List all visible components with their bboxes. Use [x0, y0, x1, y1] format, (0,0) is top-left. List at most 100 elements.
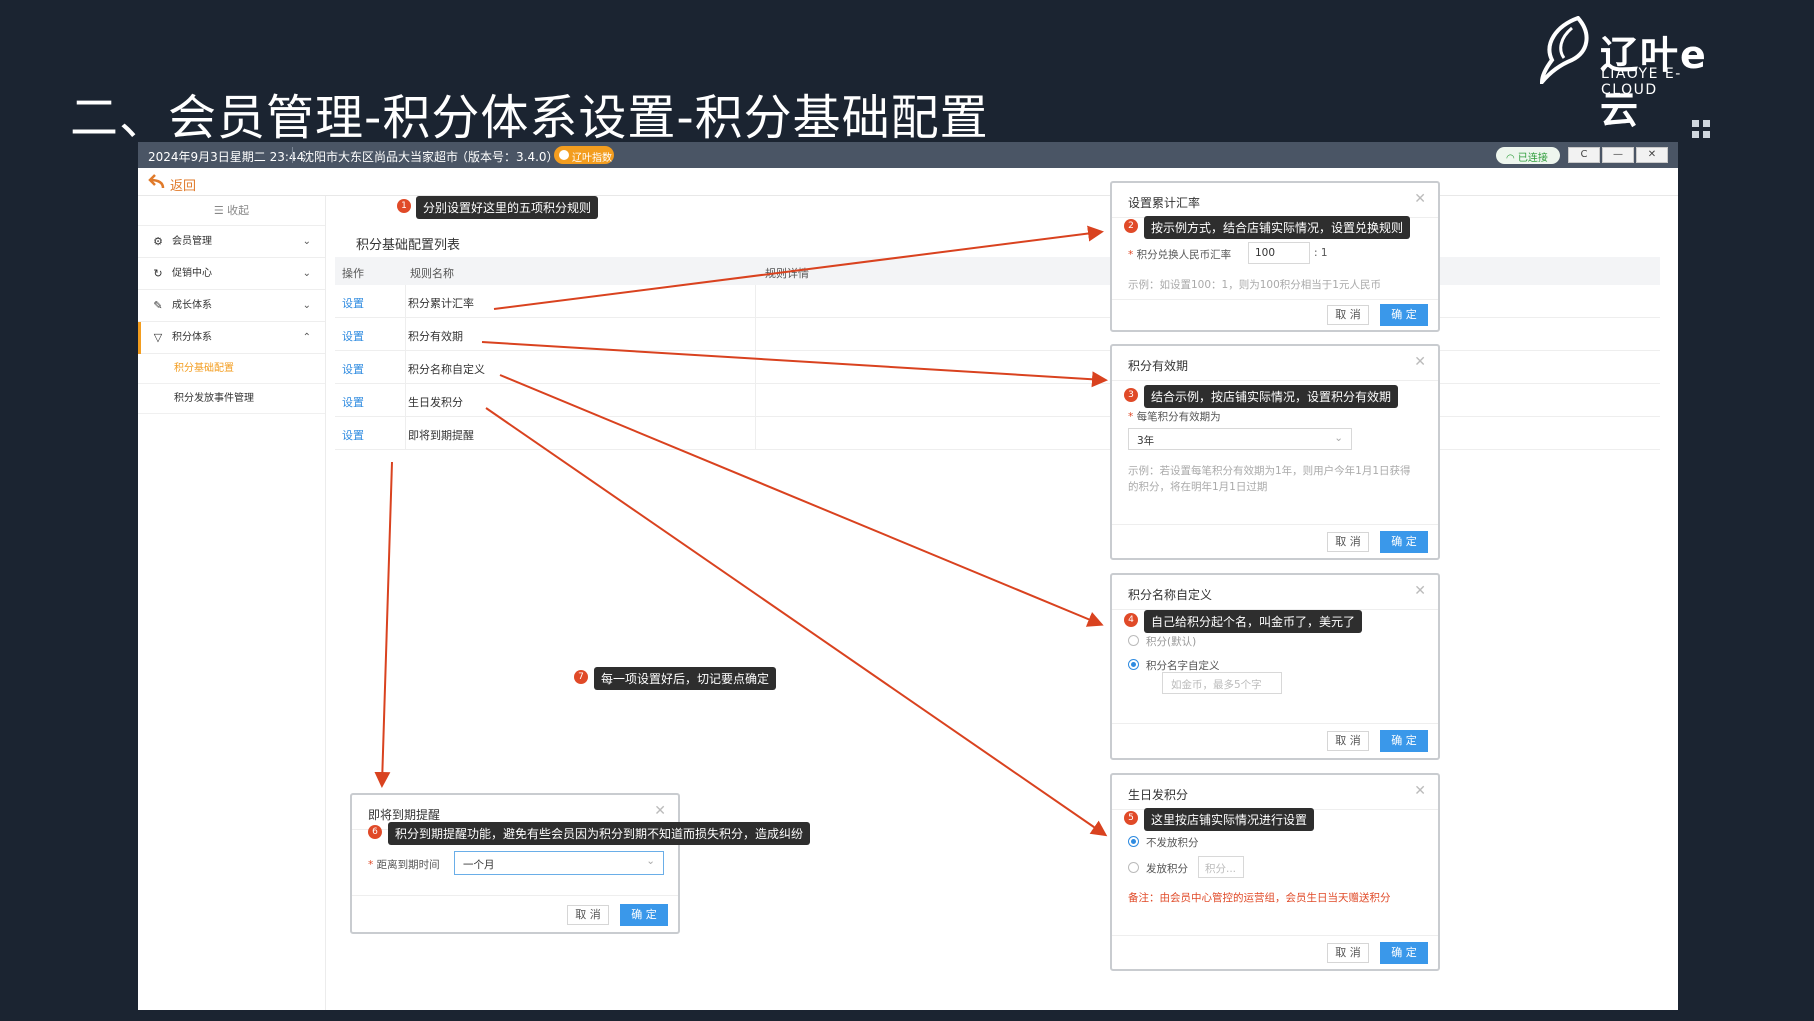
col-header: 规则名称 [410, 267, 454, 280]
store-name: 沈阳市大东区尚品大当家超市 [302, 150, 459, 164]
sidebar: ☰ 收起 ⚙ 会员管理 ⌄ ↻ 促销中心 ⌄ ✎ 成长体系 ⌄ ▽ 积分体系 ⌃… [138, 196, 326, 1010]
refresh-button[interactable]: C [1568, 147, 1600, 163]
field-label: 距离到期时间 [376, 859, 440, 871]
rules-table: 操作 规则名称 规则详情 设置 积分累计汇率 设置 积分有效期 设置 积分名称自定义 … [335, 257, 1660, 450]
ok-button[interactable]: 确 定 [1380, 304, 1428, 326]
brand-logo: 辽叶e云 LIAOYE E-CLOUD [1538, 16, 1738, 132]
col-header: 操作 [342, 267, 364, 280]
field-label: 积分兑换人民币汇率 [1136, 249, 1232, 261]
table-row: 设置 积分名称自定义 [335, 351, 1660, 384]
sidebar-item-member[interactable]: ⚙ 会员管理 ⌄ [138, 226, 325, 258]
dialog-title: 积分有效期 [1128, 359, 1189, 373]
validity-hint: 的积分，将在明年1月1日过期 [1128, 481, 1268, 493]
tip-4: 自己给积分起个名，叫金币了，美元了 [1144, 610, 1363, 633]
cancel-button[interactable]: 取 消 [1327, 943, 1369, 963]
chevron-down-icon: ⌄ [646, 855, 655, 867]
badge-dot-icon [559, 150, 569, 160]
validity-select[interactable]: 3年 ⌄ [1128, 428, 1352, 450]
set-link[interactable]: 设置 [342, 328, 364, 344]
cancel-button[interactable]: 取 消 [1327, 305, 1369, 325]
slide-title: 二、会员管理-积分体系设置-积分基础配置 [70, 90, 989, 146]
radio-give-points[interactable] [1128, 862, 1139, 873]
step-badge: 3 [1124, 388, 1138, 402]
filter-icon: ▽ [153, 331, 163, 344]
ok-button[interactable]: 确 定 [1380, 730, 1428, 752]
tip-5: 这里按店铺实际情况进行设置 [1144, 808, 1315, 831]
dialog-name: 积分名称自定义 ✕ 4 自己给积分起个名，叫金币了，美元了 积分(默认) 积分名… [1110, 573, 1440, 760]
collapse-button[interactable]: ☰ 收起 [138, 196, 325, 226]
sidebar-item-label: 促销中心 [172, 268, 212, 279]
set-link[interactable]: 设置 [342, 295, 364, 311]
option-label: 积分(默认) [1146, 636, 1197, 648]
validity-hint: 示例：若设置每笔积分有效期为1年，则用户今年1月1日获得 [1128, 465, 1411, 477]
rate-hint: 示例：如设置100：1，则为100积分相当于1元人民币 [1128, 279, 1381, 291]
chevron-down-icon: ⌄ [302, 268, 311, 279]
close-icon[interactable]: ✕ [1414, 354, 1426, 370]
rule-name: 积分有效期 [408, 330, 463, 343]
close-icon[interactable]: ✕ [1414, 583, 1426, 599]
custom-name-input[interactable]: 如金币，最多5个字 [1162, 672, 1282, 694]
grid-dots-icon [1692, 120, 1712, 140]
set-link[interactable]: 设置 [342, 427, 364, 443]
dialog-title: 即将到期提醒 [368, 808, 441, 822]
sidebar-subitem-points-events[interactable]: 积分发放事件管理 [138, 384, 325, 414]
back-link[interactable]: 返回 [170, 175, 196, 194]
chevron-up-icon: ⌃ [302, 332, 311, 343]
back-bar: 返回 [138, 168, 1678, 196]
chevron-down-icon: ⌄ [1334, 432, 1343, 444]
ok-button[interactable]: 确 定 [1380, 531, 1428, 553]
step-badge: 2 [1124, 219, 1138, 233]
close-icon[interactable]: ✕ [1414, 783, 1426, 799]
sidebar-item-label: 会员管理 [172, 236, 212, 247]
radio-custom[interactable] [1128, 659, 1139, 670]
rule-name: 积分累计汇率 [408, 297, 474, 310]
set-link[interactable]: 设置 [342, 394, 364, 410]
ok-button[interactable]: 确 定 [1380, 942, 1428, 964]
cancel-button[interactable]: 取 消 [1327, 731, 1369, 751]
tip-6: 积分到期提醒功能，避免有些会员因为积分到期不知道而损失积分，造成纠纷 [388, 822, 811, 845]
version: （版本号：3.4.0） [456, 150, 559, 164]
step-badge: 6 [368, 825, 382, 839]
index-badge[interactable]: 辽叶指数 [554, 146, 614, 164]
table-row: 设置 积分累计汇率 [335, 285, 1660, 318]
gear-icon: ⚙ [153, 235, 163, 248]
close-button[interactable]: ✕ [1636, 147, 1668, 163]
tip-1: 分别设置好这里的五项积分规则 [416, 196, 599, 219]
sidebar-item-growth[interactable]: ✎ 成长体系 ⌄ [138, 290, 325, 322]
dialog-validity: 积分有效期 ✕ 3 结合示例，按店铺实际情况，设置积分有效期 * 每笔积分有效期… [1110, 344, 1440, 560]
sidebar-item-promo[interactable]: ↻ 促销中心 ⌄ [138, 258, 325, 290]
cancel-button[interactable]: 取 消 [567, 905, 609, 925]
sidebar-item-label: 积分体系 [172, 332, 212, 343]
points-input[interactable]: 积分... [1198, 856, 1244, 878]
table-header: 操作 规则名称 规则详情 [335, 257, 1660, 285]
sidebar-item-points[interactable]: ▽ 积分体系 ⌃ [138, 322, 325, 354]
field-label: 每笔积分有效期为 [1136, 411, 1221, 423]
datetime: 2024年9月3日星期二 23:44 [148, 150, 305, 164]
tip-7: 每一项设置好后，切记要点确定 [594, 667, 777, 690]
step-badge: 1 [397, 199, 411, 213]
dialog-title: 生日发积分 [1128, 788, 1189, 802]
radio-default[interactable] [1128, 635, 1139, 646]
logo-subtext: LIAOYE E-CLOUD [1601, 66, 1682, 98]
rule-name: 积分名称自定义 [408, 363, 485, 376]
rate-suffix: : 1 [1314, 247, 1328, 259]
minimize-button[interactable]: — [1602, 147, 1634, 163]
cancel-button[interactable]: 取 消 [1327, 532, 1369, 552]
back-arrow-icon[interactable] [148, 172, 166, 190]
dialog-expire: 即将到期提醒 ✕ 6 积分到期提醒功能，避免有些会员因为积分到期不知道而损失积分… [350, 793, 811, 934]
step-badge: 5 [1124, 811, 1138, 825]
table-row: 设置 即将到期提醒 [335, 417, 1660, 450]
rule-name: 即将到期提醒 [408, 429, 474, 442]
close-icon[interactable]: ✕ [654, 803, 666, 819]
ok-button[interactable]: 确 定 [620, 904, 668, 926]
dialog-rate: 设置累计汇率 ✕ 2 按示例方式，结合店铺实际情况，设置兑换规则 * 积分兑换人… [1110, 181, 1440, 332]
close-icon[interactable]: ✕ [1414, 191, 1426, 207]
window-titlebar: 2024年9月3日星期二 23:44 沈阳市大东区尚品大当家超市 （版本号：3.… [138, 142, 1678, 168]
rate-input[interactable]: 100 [1248, 242, 1310, 264]
expire-select[interactable]: 一个月 ⌄ [454, 851, 664, 875]
tip-3: 结合示例，按店铺实际情况，设置积分有效期 [1144, 385, 1399, 408]
option-label: 积分名字自定义 [1146, 660, 1220, 672]
radio-no-points[interactable] [1128, 836, 1139, 847]
sidebar-subitem-points-config[interactable]: 积分基础配置 [138, 354, 325, 384]
set-link[interactable]: 设置 [342, 361, 364, 377]
